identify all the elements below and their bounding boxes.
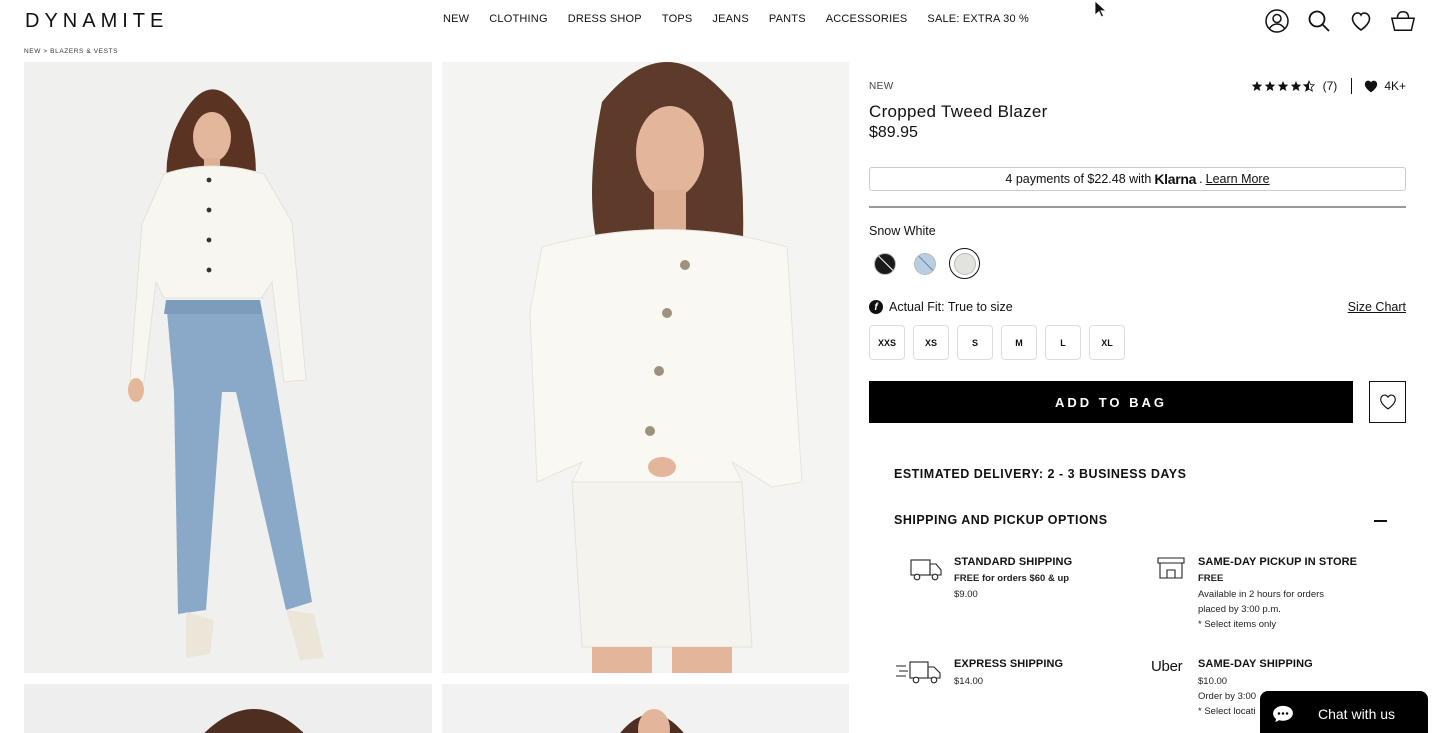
size-chart-link[interactable]: Size Chart bbox=[1348, 300, 1406, 314]
nav-item-dress-shop[interactable]: DRESS SHOP bbox=[568, 13, 642, 25]
option-title: SAME-DAY SHIPPING bbox=[1198, 658, 1313, 670]
star-icon bbox=[1277, 81, 1288, 91]
fit-label: Actual Fit: True to size bbox=[889, 300, 1013, 314]
size-selector: XXS XS S M L XL bbox=[869, 325, 1125, 360]
option-line: FREE for orders $60 & up bbox=[954, 573, 1070, 584]
option-line: $10.00 bbox=[1198, 676, 1228, 687]
option-line: placed by 3:00 p.m. bbox=[1198, 604, 1281, 615]
klarna-text: 4 payments of $22.48 with bbox=[1005, 172, 1152, 186]
product-price: $89.95 bbox=[869, 124, 918, 141]
wishlist-button[interactable] bbox=[1369, 381, 1406, 423]
uber-logo: Uber bbox=[1151, 658, 1183, 675]
size-m[interactable]: M bbox=[1001, 325, 1037, 360]
breadcrumb[interactable]: NEW > BLAZERS & VESTS bbox=[24, 48, 118, 55]
size-l[interactable]: L bbox=[1045, 325, 1081, 360]
heart-icon[interactable] bbox=[1348, 8, 1374, 34]
store-icon bbox=[1157, 557, 1185, 579]
half-star-icon bbox=[1302, 80, 1315, 92]
klarna-banner: 4 payments of $22.48 with Klarna. Learn … bbox=[869, 167, 1406, 191]
product-title: Cropped Tweed Blazer bbox=[869, 102, 1048, 121]
review-count: (7) bbox=[1322, 79, 1338, 93]
selected-color-name: Snow White bbox=[869, 224, 936, 238]
product-image-2[interactable] bbox=[442, 62, 849, 673]
swatch-black[interactable] bbox=[869, 248, 900, 279]
nav-item-new[interactable]: NEW bbox=[443, 13, 469, 25]
nav-item-accessories[interactable]: ACCESSORIES bbox=[826, 13, 908, 25]
nav-item-jeans[interactable]: JEANS bbox=[712, 13, 748, 25]
option-line: Order by 3:00 bbox=[1198, 691, 1257, 702]
size-s[interactable]: S bbox=[957, 325, 993, 360]
wishlist-count: 4K+ bbox=[1384, 79, 1406, 93]
mouse-cursor-icon bbox=[1094, 0, 1106, 18]
main-nav: NEW CLOTHING DRESS SHOP TOPS JEANS PANTS… bbox=[443, 13, 1049, 25]
search-icon[interactable] bbox=[1306, 8, 1332, 34]
option-title: SAME-DAY PICKUP IN STORE bbox=[1198, 556, 1358, 568]
fit-info-icon: f bbox=[869, 300, 883, 314]
heart-outline-icon bbox=[1379, 394, 1396, 410]
collapse-icon[interactable] bbox=[1374, 520, 1387, 522]
option-line: * Select items only bbox=[1198, 619, 1277, 630]
star-icon bbox=[1251, 81, 1262, 91]
option-line: * Select locati bbox=[1198, 706, 1256, 717]
option-title: STANDARD SHIPPING bbox=[954, 556, 1073, 568]
klarna-logo: Klarna bbox=[1154, 171, 1197, 187]
brand-logo[interactable]: DYNAMITE bbox=[25, 10, 168, 33]
chat-bubble-icon bbox=[1273, 705, 1293, 723]
option-line: FREE bbox=[1198, 573, 1224, 584]
rating-separator bbox=[1351, 78, 1353, 94]
rating-stars bbox=[1251, 80, 1315, 92]
size-xxs[interactable]: XXS bbox=[869, 325, 905, 360]
nav-item-tops[interactable]: TOPS bbox=[662, 13, 693, 25]
option-line: Available in 2 hours for orders bbox=[1198, 589, 1325, 600]
product-new-tag: NEW bbox=[869, 81, 894, 92]
product-image-1[interactable] bbox=[24, 62, 432, 673]
rating-summary[interactable]: (7) 4K+ bbox=[1251, 78, 1406, 94]
size-xs[interactable]: XS bbox=[913, 325, 949, 360]
truck-icon bbox=[910, 559, 942, 581]
option-line: $14.00 bbox=[954, 676, 984, 687]
nav-item-clothing[interactable]: CLOTHING bbox=[489, 13, 547, 25]
color-swatches bbox=[869, 248, 980, 279]
heart-filled-icon bbox=[1365, 80, 1378, 92]
chat-label: Chat with us bbox=[1318, 706, 1396, 722]
swatch-snow-white[interactable] bbox=[949, 248, 980, 279]
estimated-delivery: ESTIMATED DELIVERY: 2 - 3 BUSINESS DAYS bbox=[894, 467, 1187, 481]
section-divider bbox=[869, 206, 1406, 208]
site-header: DYNAMITE NEW CLOTHING DRESS SHOP TOPS JE… bbox=[0, 0, 1440, 44]
nav-item-pants[interactable]: PANTS bbox=[769, 13, 806, 25]
actual-fit: f Actual Fit: True to size bbox=[869, 300, 1013, 314]
chat-with-us-button[interactable]: Chat with us bbox=[1260, 691, 1428, 733]
fast-truck-icon bbox=[896, 661, 941, 684]
product-image-3[interactable] bbox=[24, 684, 432, 733]
option-line: $9.00 bbox=[954, 589, 978, 600]
star-icon bbox=[1290, 81, 1301, 91]
header-actions bbox=[1264, 8, 1416, 34]
klarna-learn-more-link[interactable]: Learn More bbox=[1206, 172, 1270, 186]
option-title: EXPRESS SHIPPING bbox=[954, 658, 1064, 670]
swatch-light-blue[interactable] bbox=[909, 248, 940, 279]
nav-item-sale[interactable]: SALE: EXTRA 30 % bbox=[927, 13, 1029, 25]
klarna-period: . bbox=[1199, 172, 1203, 186]
account-icon[interactable] bbox=[1264, 8, 1290, 34]
bag-icon[interactable] bbox=[1390, 8, 1416, 34]
shipping-options-heading[interactable]: SHIPPING AND PICKUP OPTIONS bbox=[894, 513, 1108, 527]
size-xl[interactable]: XL bbox=[1089, 325, 1125, 360]
product-image-4[interactable] bbox=[442, 684, 849, 733]
star-icon bbox=[1264, 81, 1275, 91]
add-to-bag-button[interactable]: ADD TO BAG bbox=[869, 381, 1353, 423]
